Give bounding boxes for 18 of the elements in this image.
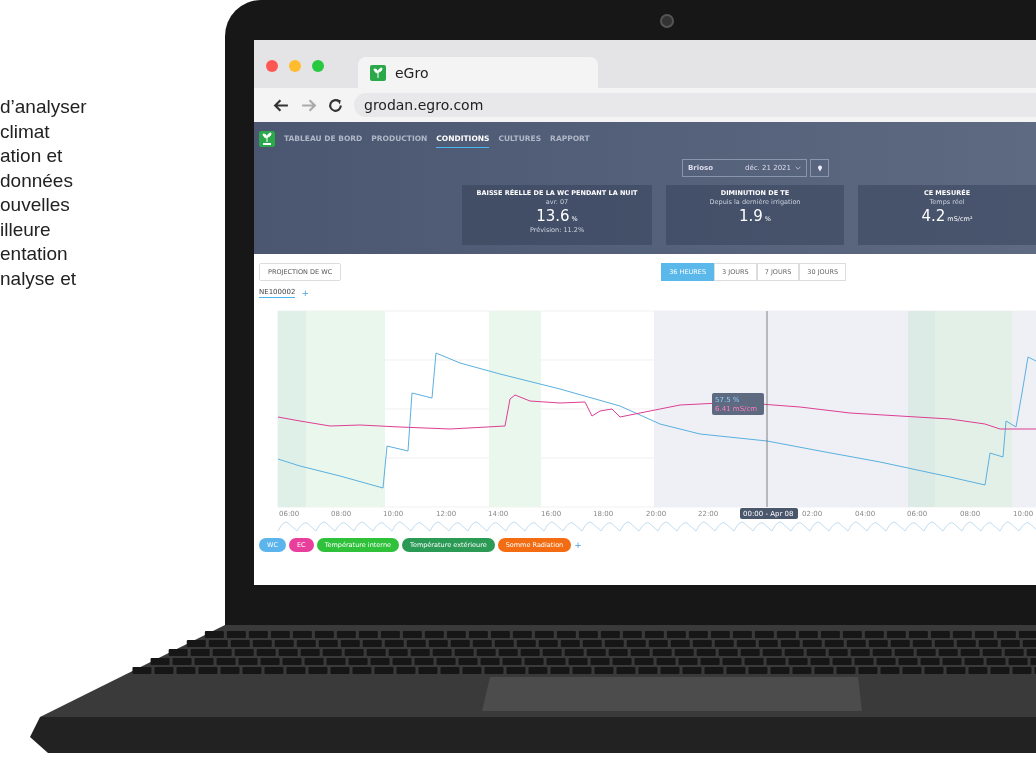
address-bar[interactable]: grodan.egro.com <box>354 93 1036 117</box>
minimize-dot-icon[interactable] <box>289 60 301 72</box>
chevron-down-icon <box>795 166 801 170</box>
sprout-logo-icon <box>370 64 386 81</box>
location-pin-button[interactable] <box>810 159 829 177</box>
webcam-icon <box>660 14 674 28</box>
metric-value: 13.6 <box>536 207 570 225</box>
close-dot-icon[interactable] <box>266 60 278 72</box>
maximize-dot-icon[interactable] <box>312 60 324 72</box>
intro-paragraph: d’analyser climat ation et données ouvelles illeure entation nalyse et <box>0 95 88 291</box>
add-sensor-button[interactable]: + <box>301 288 309 298</box>
sprout-logo-icon <box>259 131 275 147</box>
metric-value: 4.2 <box>921 207 946 225</box>
metric-value: 1.9 <box>738 207 763 225</box>
browser-tab[interactable]: eGro <box>358 57 598 88</box>
location-pin-icon <box>816 164 823 172</box>
reload-icon[interactable] <box>327 96 344 114</box>
add-series-button[interactable]: + <box>574 540 582 550</box>
